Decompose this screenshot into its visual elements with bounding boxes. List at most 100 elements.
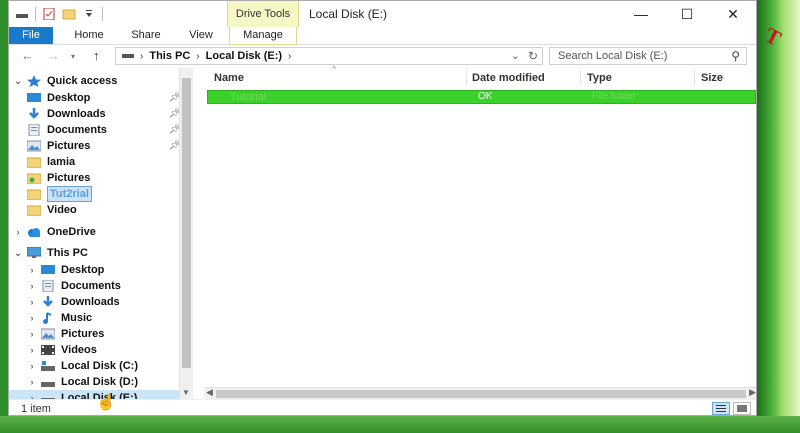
pictures-icon	[26, 140, 42, 152]
nav-qa-documents-label: Documents	[47, 124, 107, 136]
desktop-icon	[27, 92, 41, 104]
close-button[interactable]: ✕	[710, 1, 756, 27]
scroll-left-arrow-icon[interactable]: ◀	[206, 387, 213, 398]
expand-chevron-icon[interactable]: ›	[27, 326, 37, 342]
scroll-right-arrow-icon[interactable]: ▶	[749, 387, 756, 398]
expand-chevron-icon[interactable]: ›	[27, 310, 37, 326]
expand-chevron-icon[interactable]: ›	[27, 262, 37, 278]
search-input[interactable]: Search Local Disk (E:) ⚲	[549, 47, 747, 65]
tab-share[interactable]: Share	[127, 27, 165, 44]
folder-icon	[26, 204, 42, 217]
column-divider[interactable]	[466, 70, 467, 86]
drive-c-icon	[41, 360, 55, 372]
expand-chevron-icon[interactable]: ›	[27, 294, 37, 310]
address-bar[interactable]: › This PC › Local Disk (E:) › ⌄ ↻	[115, 47, 543, 65]
nav-pane-scrollbar[interactable]: ▼	[179, 68, 193, 399]
nav-pc-videos-label: Videos	[61, 344, 97, 356]
title-bar: Drive Tools Local Disk (E:) — ☐ ✕	[9, 1, 756, 27]
column-header-size[interactable]: Size	[701, 68, 723, 88]
address-drive-icon	[122, 50, 134, 62]
nav-pc-pictures[interactable]: › Pictures	[27, 326, 105, 342]
documents-icon	[41, 279, 55, 293]
download-icon	[41, 296, 55, 308]
expand-chevron-icon[interactable]: ›	[27, 390, 37, 399]
file-type: File folder	[592, 91, 636, 102]
new-folder-icon[interactable]	[62, 8, 76, 20]
toolbar-divider	[35, 7, 36, 21]
nav-onedrive-label: OneDrive	[47, 226, 96, 238]
navigation-bar: ← → ▾ ↑ › This PC › Local Disk (E:) › ⌄ …	[9, 44, 756, 68]
nav-qa-pictures[interactable]: Pictures	[26, 138, 90, 154]
scroll-down-arrow-icon[interactable]: ▼	[182, 388, 190, 397]
tab-manage[interactable]: Manage	[229, 27, 297, 45]
maximize-button[interactable]: ☐	[664, 1, 710, 27]
nav-pc-drive-d[interactable]: › Local Disk (D:)	[27, 374, 139, 390]
nav-pc-drive-c-label: Local Disk (C:)	[61, 360, 139, 372]
nav-quick-access[interactable]: ⌄ Quick access	[13, 73, 117, 89]
properties-icon[interactable]	[42, 7, 56, 21]
column-divider[interactable]	[694, 70, 695, 86]
column-divider[interactable]	[580, 70, 581, 86]
nav-qa-desktop[interactable]: Desktop	[27, 90, 90, 106]
folder-pictures-icon	[26, 172, 42, 185]
nav-this-pc[interactable]: ⌄ This PC	[13, 245, 88, 261]
tab-view[interactable]: View	[183, 27, 219, 44]
collapse-chevron-icon[interactable]: ⌄	[13, 73, 23, 89]
sort-ascending-icon: ^	[332, 64, 337, 74]
file-date-modified: OK	[478, 91, 493, 102]
rename-textbox[interactable]: Tut2rial	[47, 186, 92, 202]
column-header-type[interactable]: Type	[587, 68, 612, 88]
column-header-name[interactable]: Name	[214, 68, 244, 88]
up-arrow-icon[interactable]: ↑	[93, 48, 100, 63]
expand-chevron-icon[interactable]: ›	[27, 374, 37, 390]
drive-icon	[41, 392, 55, 399]
recent-locations-chevron-icon[interactable]: ▾	[71, 52, 75, 61]
nav-qa-lamia[interactable]: lamia	[26, 154, 75, 170]
nav-qa-tutorial[interactable]: Tut2rial	[26, 186, 92, 202]
nav-pc-videos[interactable]: › Videos	[27, 342, 97, 358]
toolbar-divider	[102, 7, 103, 21]
drive-icon[interactable]	[15, 8, 29, 20]
breadcrumb-this-pc[interactable]: This PC	[149, 50, 190, 62]
search-placeholder: Search Local Disk (E:)	[558, 50, 668, 62]
forward-arrow-icon[interactable]: →	[47, 48, 60, 63]
minimize-button[interactable]: —	[618, 1, 664, 27]
refresh-icon[interactable]: ↻	[528, 49, 538, 63]
scrollbar-thumb[interactable]	[182, 78, 191, 368]
column-header-date-modified[interactable]: Date modified	[472, 68, 545, 88]
collapse-chevron-icon[interactable]: ⌄	[13, 245, 23, 261]
address-dropdown-icon[interactable]: ⌄	[511, 49, 520, 62]
large-icons-view-icon[interactable]	[733, 402, 751, 415]
nav-qa-desktop-label: Desktop	[47, 92, 91, 104]
back-arrow-icon[interactable]: ←	[21, 48, 34, 63]
nav-pc-music[interactable]: › Music	[27, 310, 92, 326]
breadcrumb-chevron-icon[interactable]: ›	[140, 51, 143, 62]
quick-access-toolbar	[15, 7, 103, 21]
scrollbar-thumb[interactable]	[216, 390, 746, 398]
expand-chevron-icon[interactable]: ›	[27, 278, 37, 294]
customize-toolbar-icon[interactable]	[82, 8, 96, 20]
breadcrumb-local-disk-e[interactable]: Local Disk (E:)	[206, 50, 282, 62]
nav-pc-documents[interactable]: › Documents	[27, 278, 121, 294]
nav-qa-video[interactable]: Video	[26, 202, 77, 218]
tab-home[interactable]: Home	[69, 27, 109, 44]
nav-qa-downloads-label: Downloads	[47, 108, 106, 120]
expand-chevron-icon[interactable]: ›	[27, 358, 37, 374]
table-row[interactable]: Tutorial OK File folder	[207, 90, 756, 104]
nav-qa-downloads[interactable]: Downloads	[27, 106, 106, 122]
expand-chevron-icon[interactable]: ›	[27, 342, 37, 358]
expand-chevron-icon[interactable]: ›	[13, 224, 23, 240]
nav-onedrive[interactable]: › OneDrive	[13, 224, 96, 240]
nav-pc-downloads[interactable]: › Downloads	[27, 294, 120, 310]
nav-pc-drive-e[interactable]: › Local Disk (E:)	[9, 390, 179, 399]
nav-qa-documents[interactable]: Documents	[27, 122, 107, 138]
file-name: Tutorial	[230, 91, 267, 103]
breadcrumb-chevron-icon[interactable]: ›	[288, 51, 291, 62]
breadcrumb-chevron-icon[interactable]: ›	[196, 51, 199, 62]
nav-qa-pictures-folder[interactable]: Pictures	[26, 170, 90, 186]
tab-file[interactable]: File	[9, 27, 53, 44]
search-icon[interactable]: ⚲	[731, 48, 740, 64]
details-view-icon[interactable]	[712, 402, 730, 415]
nav-pc-drive-c[interactable]: › Local Disk (C:)	[27, 358, 139, 374]
nav-pc-desktop[interactable]: › Desktop	[27, 262, 105, 278]
